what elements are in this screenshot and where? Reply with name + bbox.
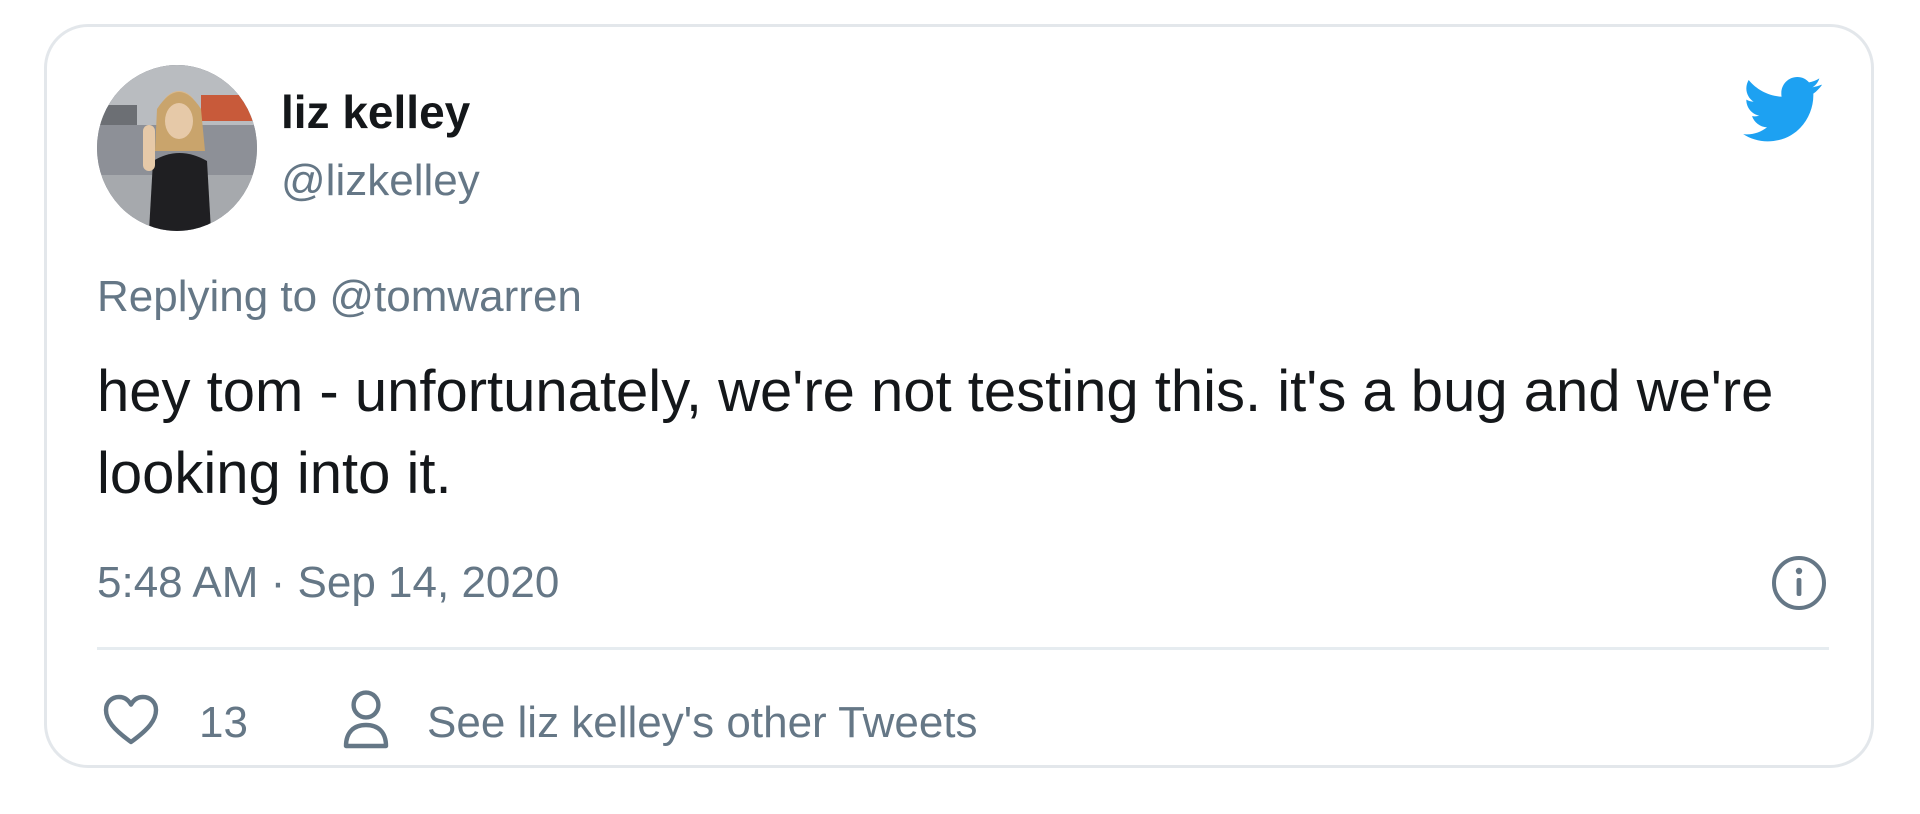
- replying-to-prefix: Replying to: [97, 272, 318, 321]
- see-other-tweets-link[interactable]: See liz kelley's other Tweets: [427, 701, 978, 745]
- twitter-bird-icon[interactable]: [1743, 75, 1823, 145]
- avatar-photo: [97, 65, 257, 231]
- tweet-text: hey tom - unfortunately, we're not testi…: [97, 359, 1774, 506]
- avatar[interactable]: [97, 65, 257, 231]
- info-icon[interactable]: [1769, 553, 1829, 613]
- like-count: 13: [199, 698, 248, 747]
- person-icon: [343, 690, 389, 749]
- tweet-timestamp[interactable]: 5:48 AM · Sep 14, 2020: [97, 561, 559, 605]
- divider: [97, 647, 1829, 650]
- replying-to-line: Replying to @tomwarren: [97, 275, 582, 319]
- reply-to-handle-link[interactable]: @tomwarren: [329, 272, 582, 321]
- heart-icon[interactable]: [101, 691, 161, 747]
- author-display-name[interactable]: liz kelley: [281, 89, 470, 135]
- tweet-card: liz kelley @lizkelley Replying to @tomwa…: [44, 24, 1874, 768]
- author-handle[interactable]: @lizkelley: [281, 159, 480, 203]
